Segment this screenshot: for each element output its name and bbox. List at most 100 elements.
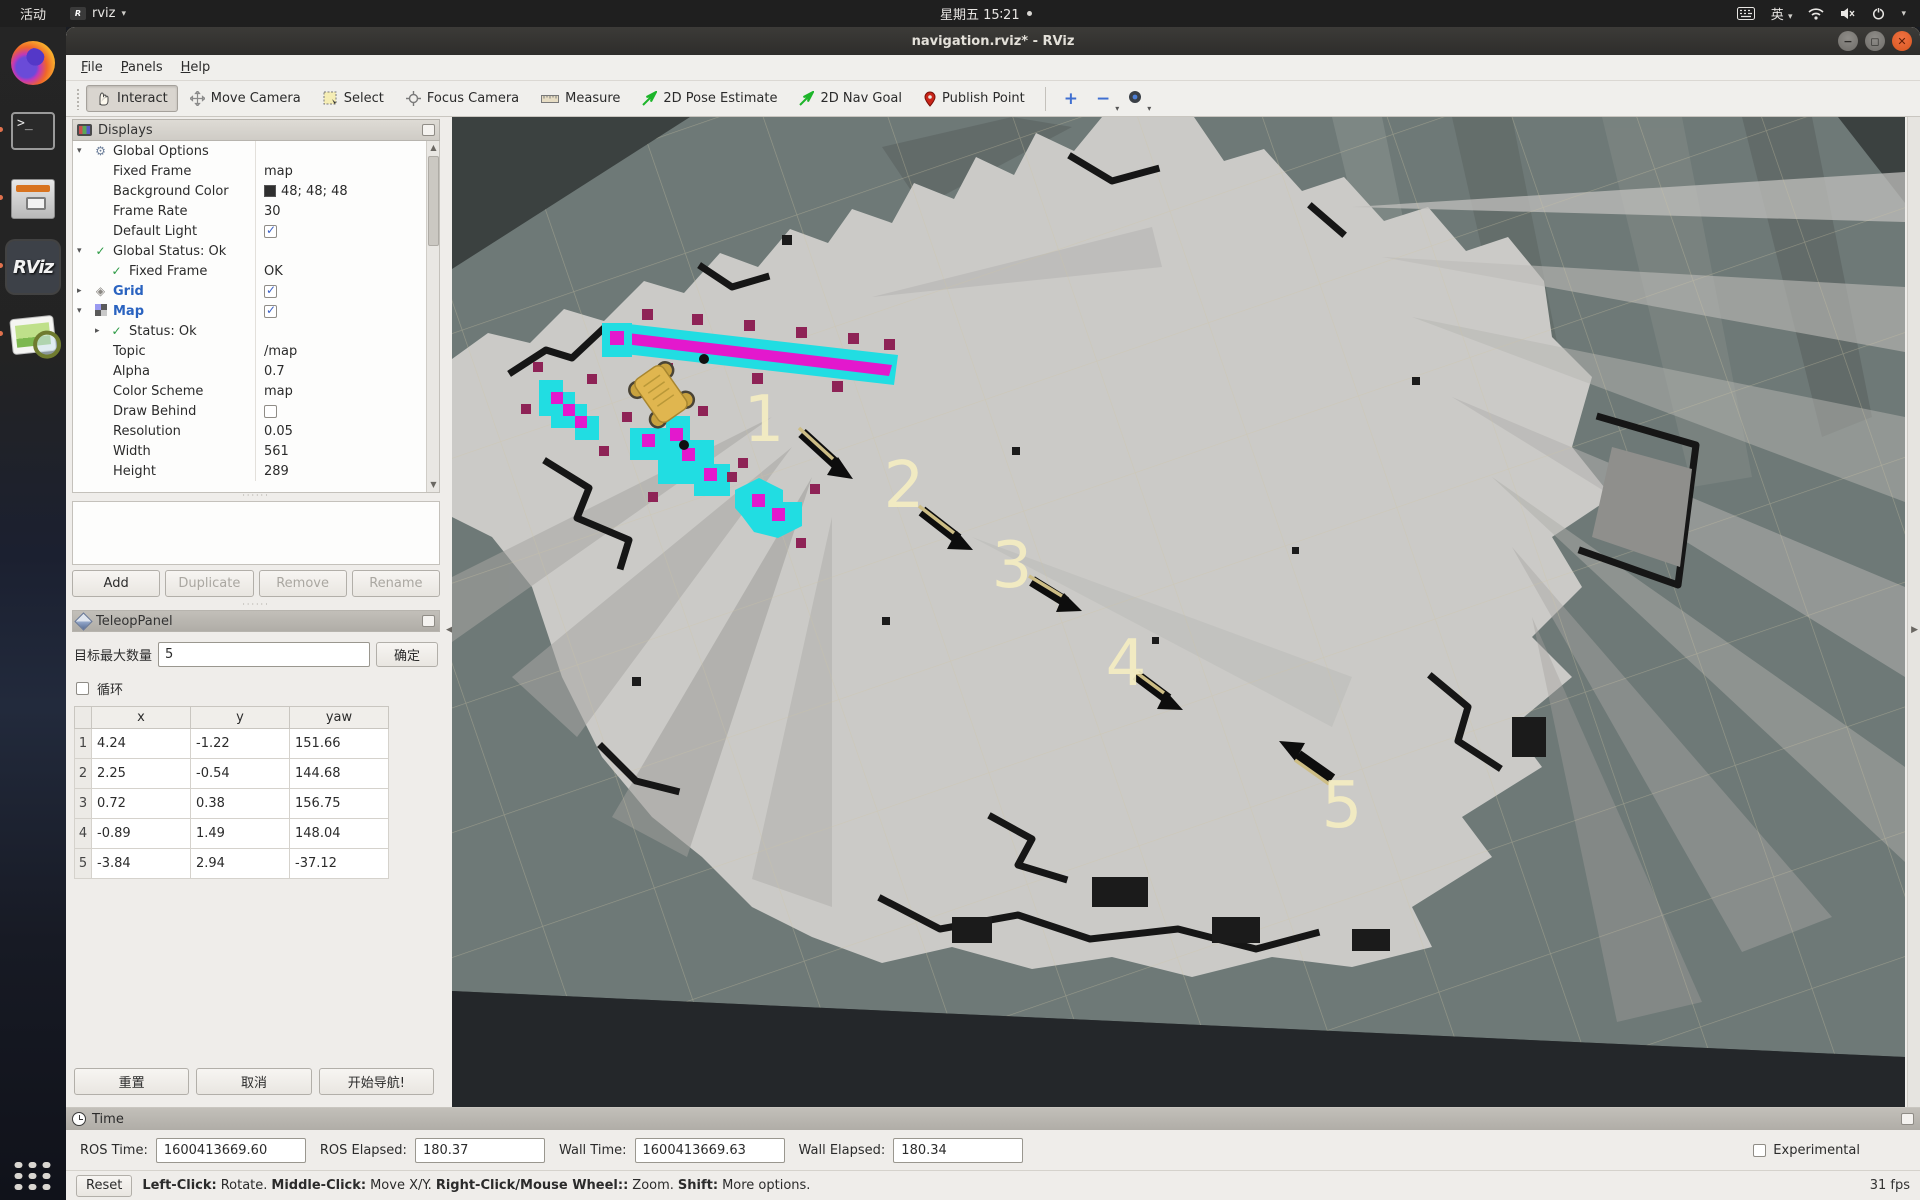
property-value[interactable]: map [255, 161, 425, 181]
property-row[interactable]: Default Light [73, 221, 439, 241]
property-value[interactable]: 561 [255, 441, 425, 461]
expander-icon[interactable]: ▾ [77, 146, 89, 156]
scrollbar-thumb[interactable] [428, 156, 439, 246]
add-tool-button[interactable]: + [1056, 85, 1086, 113]
wall-time-input[interactable]: 1600413669.63 [635, 1138, 785, 1163]
cell[interactable]: 4.24 [92, 729, 191, 759]
tool-move-camera[interactable]: Move Camera [180, 85, 311, 112]
remove-tool-button[interactable]: −▾ [1088, 85, 1118, 113]
float-panel-button[interactable] [422, 615, 435, 627]
keyboard-icon[interactable] [1737, 7, 1755, 20]
expander-icon[interactable]: ▾ [77, 246, 89, 256]
panel-collapse-handle[interactable]: ▶ [1911, 625, 1918, 635]
panel-splitter[interactable]: ······ [72, 602, 440, 610]
property-row[interactable]: Topic/map [73, 341, 439, 361]
ros-time-input[interactable]: 1600413669.60 [156, 1138, 306, 1163]
maximize-button[interactable]: ◻ [1865, 31, 1885, 51]
wifi-icon[interactable] [1808, 8, 1824, 20]
col-yaw[interactable]: yaw [290, 707, 389, 729]
cell[interactable]: 144.68 [290, 759, 389, 789]
tool-focus-camera[interactable]: Focus Camera [396, 85, 529, 112]
property-value[interactable]: 0.05 [255, 421, 425, 441]
property-row[interactable]: Color Schememap [73, 381, 439, 401]
clock-menu[interactable]: 星期五 15∶21 [940, 4, 1032, 23]
add-display-button[interactable]: Add [72, 570, 160, 597]
max-goals-input[interactable]: 5 [158, 642, 370, 667]
cell[interactable]: 0.38 [191, 789, 290, 819]
float-panel-button[interactable] [1901, 1113, 1914, 1125]
reset-time-button[interactable]: Reset [76, 1175, 132, 1197]
property-row[interactable]: ▾⚙Global Options [73, 141, 439, 161]
tool-interact[interactable]: Interact [86, 85, 178, 112]
tool-select[interactable]: Select [313, 85, 394, 112]
tool-2d-pose-estimate[interactable]: 2D Pose Estimate [632, 85, 787, 112]
3d-viewport[interactable]: 1 2 3 4 5 [452, 117, 1905, 1107]
show-applications-button[interactable] [15, 1162, 52, 1190]
dock-firefox[interactable] [5, 35, 61, 91]
property-row[interactable]: Fixed Framemap [73, 161, 439, 181]
tool-measure[interactable]: Measure [531, 85, 630, 112]
tool-publish-point[interactable]: Publish Point [914, 85, 1035, 113]
cell[interactable]: 0.72 [92, 789, 191, 819]
chevron-down-icon[interactable]: ▾ [1901, 9, 1906, 19]
power-icon[interactable] [1872, 7, 1885, 20]
property-row[interactable]: Alpha0.7 [73, 361, 439, 381]
grid-enabled-checkbox[interactable] [264, 285, 277, 298]
panel-splitter[interactable]: ······ [72, 493, 440, 501]
wall-elapsed-input[interactable]: 180.34 [893, 1138, 1023, 1163]
teleop-panel-header[interactable]: TeleopPanel [72, 610, 440, 632]
views-panel-collapsed[interactable] [1907, 117, 1920, 1107]
remove-display-button[interactable]: Remove [259, 570, 347, 597]
expander-icon[interactable]: ▾ [77, 306, 89, 316]
cell[interactable]: 2.94 [191, 849, 290, 879]
close-button[interactable]: ✕ [1892, 31, 1912, 51]
cell[interactable]: 1.49 [191, 819, 290, 849]
property-row[interactable]: ▸✓Status: Ok [73, 321, 439, 341]
cell[interactable]: 148.04 [290, 819, 389, 849]
confirm-button[interactable]: 确定 [376, 642, 438, 667]
minimize-button[interactable]: − [1838, 31, 1858, 51]
cell[interactable]: 2.25 [92, 759, 191, 789]
property-value[interactable]: /map [255, 341, 425, 361]
reset-goals-button[interactable]: 重置 [74, 1068, 189, 1095]
loop-checkbox[interactable] [76, 682, 89, 695]
app-menu[interactable]: R rviz ▾ [70, 6, 126, 21]
menu-file[interactable]: File [72, 57, 112, 78]
menu-help[interactable]: Help [172, 57, 220, 78]
cell[interactable]: -0.89 [92, 819, 191, 849]
property-value[interactable]: 0.7 [255, 361, 425, 381]
dock-file-cabinet[interactable] [5, 171, 61, 227]
cancel-nav-button[interactable]: 取消 [196, 1068, 311, 1095]
scroll-up-icon[interactable]: ▲ [427, 141, 440, 155]
time-panel-header[interactable]: Time [66, 1108, 1920, 1130]
float-panel-button[interactable] [422, 124, 435, 136]
dock-image-viewer[interactable] [5, 307, 61, 363]
displays-panel-header[interactable]: Displays [72, 119, 440, 141]
cell[interactable]: -1.22 [191, 729, 290, 759]
property-row[interactable]: ▾✓Global Status: Ok [73, 241, 439, 261]
property-row[interactable]: Background Color48; 48; 48 [73, 181, 439, 201]
dock-rviz[interactable]: RViz [5, 239, 61, 295]
cell[interactable]: 156.75 [290, 789, 389, 819]
rename-display-button[interactable]: Rename [352, 570, 440, 597]
col-x[interactable]: x [92, 707, 191, 729]
map-enabled-checkbox[interactable] [264, 305, 277, 318]
property-value[interactable]: 30 [255, 201, 425, 221]
cell[interactable]: -0.54 [191, 759, 290, 789]
scroll-down-icon[interactable]: ▼ [427, 478, 440, 492]
expander-icon[interactable]: ▸ [95, 326, 107, 336]
cell[interactable]: -3.84 [92, 849, 191, 879]
duplicate-display-button[interactable]: Duplicate [165, 570, 253, 597]
property-row[interactable]: Frame Rate30 [73, 201, 439, 221]
property-row[interactable]: Height289 [73, 461, 439, 481]
display-row-map[interactable]: ▾Map [73, 301, 439, 321]
dock-terminal[interactable]: >_ [5, 103, 61, 159]
property-row[interactable]: Width561 [73, 441, 439, 461]
default-light-checkbox[interactable] [264, 225, 277, 238]
expander-icon[interactable]: ▸ [77, 286, 89, 296]
col-y[interactable]: y [191, 707, 290, 729]
window-titlebar[interactable]: navigation.rviz* - RViz − ◻ ✕ [66, 27, 1920, 55]
cell[interactable]: 151.66 [290, 729, 389, 759]
property-value[interactable]: 48; 48; 48 [255, 181, 425, 201]
input-method-indicator[interactable]: 英 ▾ [1771, 4, 1793, 23]
